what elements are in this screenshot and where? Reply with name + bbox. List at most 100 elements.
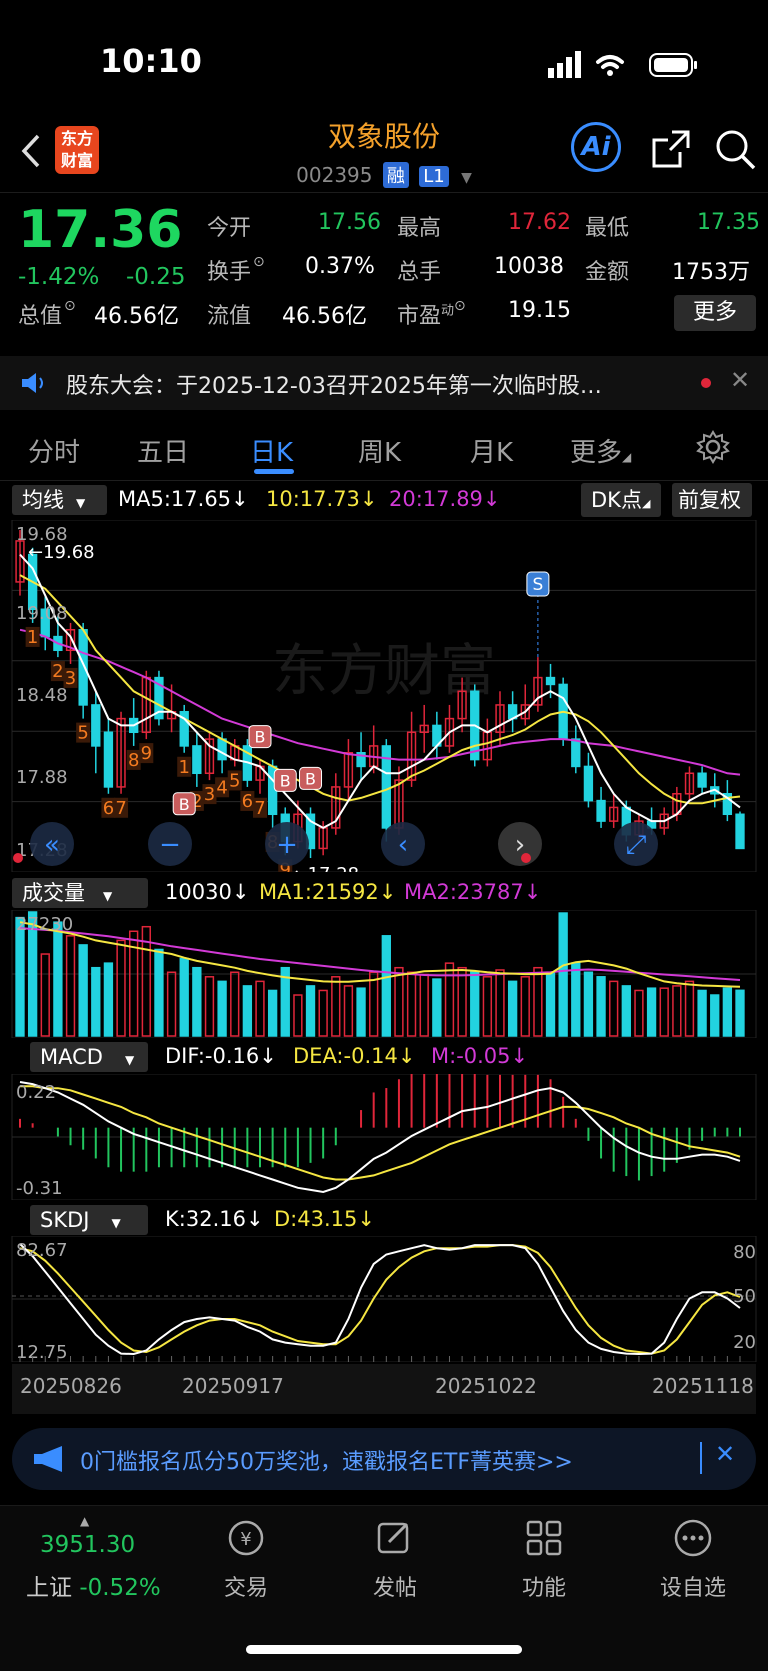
nav-post[interactable]: 发帖 bbox=[335, 1518, 455, 1602]
index-row[interactable]: 上证 -0.52% bbox=[26, 1568, 161, 1602]
candle-body bbox=[571, 738, 581, 768]
stat-label-total-value: 总值 ⊙ bbox=[18, 298, 76, 329]
volume-bar bbox=[457, 966, 467, 1037]
tab-weekly-k[interactable]: 周K bbox=[358, 432, 401, 469]
macd-indicator-select[interactable]: MACD ▼ bbox=[30, 1042, 148, 1072]
dropdown-corner-icon: ◢ bbox=[622, 450, 632, 464]
tab-daily-k[interactable]: 日K bbox=[250, 432, 293, 469]
volume-chart[interactable]: 27230 bbox=[0, 910, 768, 1038]
seq-count-label: 7 bbox=[115, 798, 126, 819]
seq-count-label: 1 bbox=[178, 757, 189, 778]
adjust-price-button[interactable]: 前复权 bbox=[672, 483, 752, 517]
range-start-dot bbox=[13, 853, 23, 863]
scroll-left-icon-glyph: ‹ bbox=[398, 830, 408, 860]
nav-watchlist[interactable]: 设自选 bbox=[633, 1518, 753, 1602]
volume-bar bbox=[103, 962, 114, 1037]
more-button[interactable]: 更多 bbox=[674, 295, 756, 331]
volume-bar bbox=[65, 935, 76, 1037]
volume-indicator-select[interactable]: 成交量 ▼ bbox=[12, 878, 148, 908]
volume-bar bbox=[154, 948, 164, 1037]
first-page-icon-glyph: « bbox=[44, 830, 60, 860]
speaker-icon bbox=[22, 373, 43, 393]
ma-indicator-select[interactable]: 均线 ▼ bbox=[12, 485, 107, 515]
candle-body bbox=[78, 629, 88, 706]
ai-button[interactable]: Ai bbox=[571, 122, 621, 172]
x-date-label: 20251118 bbox=[652, 1374, 754, 1398]
dropdown-arrow-icon: ▼ bbox=[461, 170, 472, 186]
volume-bar bbox=[710, 994, 720, 1037]
high-price-marker: ←19.68 bbox=[28, 542, 95, 563]
candle-body bbox=[735, 813, 745, 850]
skdj-k-value: K:32.16↓ bbox=[165, 1207, 264, 1231]
macd-chart[interactable]: 0.22 -0.31 bbox=[0, 1074, 768, 1200]
tab-more[interactable]: 更多◢ bbox=[570, 432, 631, 469]
info-icon[interactable]: ⊙ bbox=[253, 254, 265, 270]
signal-icon bbox=[548, 51, 581, 78]
info-icon[interactable]: ⊙ bbox=[64, 298, 76, 314]
candle-body bbox=[596, 799, 606, 822]
x-date-label: 20250917 bbox=[182, 1374, 284, 1398]
candle-body bbox=[103, 731, 114, 788]
vol-ma2-value: MA2:23787↓ bbox=[404, 880, 542, 904]
search-icon[interactable] bbox=[714, 128, 758, 172]
nav-trade[interactable]: ¥ 交易 bbox=[186, 1518, 306, 1602]
volume-bar bbox=[545, 971, 556, 1037]
notice-bar[interactable]: 股东大会：于2025-12-03召开2025年第一次临时股… ✕ bbox=[0, 356, 768, 410]
y-axis-label: 18.48 bbox=[16, 685, 68, 706]
seq-count-label: 5 bbox=[77, 723, 88, 744]
info-icon[interactable]: ⊙ bbox=[454, 298, 466, 314]
banner-text: 0门槛报名瓜分50万奖池，速戳报名ETF菁英赛>> bbox=[80, 1450, 573, 1475]
stat-value-amount: 1753万 bbox=[672, 260, 750, 285]
skdj-chart[interactable]: 82.67 12.75 80 50 20 bbox=[0, 1236, 768, 1362]
tab-monthly-k[interactable]: 月K bbox=[470, 432, 513, 469]
stat-label-float-value: 流值 bbox=[207, 304, 252, 329]
seq-count-label: 3 bbox=[204, 784, 215, 805]
low-price-marker: ←17.28 bbox=[293, 864, 360, 872]
nav-features[interactable]: 功能 bbox=[484, 1518, 604, 1602]
seq-count-label: 1 bbox=[27, 627, 38, 648]
stat-value-low: 17.35 bbox=[697, 210, 760, 235]
volume-bar bbox=[672, 985, 682, 1037]
skdj-indicator-select[interactable]: SKDJ ▼ bbox=[30, 1205, 148, 1235]
close-icon[interactable]: ✕ bbox=[730, 366, 750, 394]
status-icons bbox=[548, 51, 697, 78]
level-badge: L1 bbox=[419, 166, 449, 187]
y-axis-label: 19.08 bbox=[16, 603, 68, 624]
macd-dea-line bbox=[20, 1085, 741, 1181]
dk-point-button[interactable]: DK点◢ bbox=[581, 483, 661, 517]
kline-chart[interactable]: 东方财富19.6819.0818.4817.8817.28←19.68←17.2… bbox=[0, 520, 768, 872]
buy-signal-label: B bbox=[179, 795, 190, 814]
index-value[interactable]: 3951.30 bbox=[40, 1532, 135, 1558]
volume-axis-label: 27230 bbox=[16, 914, 73, 935]
seq-count-label: 6 bbox=[242, 791, 253, 812]
promo-banner[interactable]: 0门槛报名瓜分50万奖池，速戳报名ETF菁英赛>> ✕ bbox=[12, 1428, 756, 1490]
seq-count-label: 6 bbox=[103, 798, 114, 819]
tab-five-day[interactable]: 五日 bbox=[137, 432, 189, 469]
banner-close-icon[interactable]: ✕ bbox=[715, 1440, 735, 1468]
volume-bar bbox=[179, 957, 189, 1037]
skdj-axis-top-label: 82.67 bbox=[16, 1240, 68, 1261]
index-up-caret-icon: ▲ bbox=[80, 1514, 90, 1528]
volume-bar bbox=[533, 966, 543, 1037]
tab-intraday[interactable]: 分时 bbox=[28, 432, 80, 469]
volume-bar bbox=[343, 985, 354, 1037]
edit-icon bbox=[377, 1522, 409, 1554]
candle-body bbox=[91, 704, 101, 747]
volume-bar bbox=[558, 912, 568, 1037]
stock-code: 002395 bbox=[296, 163, 373, 187]
megaphone-icon bbox=[34, 1446, 62, 1472]
volume-bar bbox=[583, 971, 594, 1037]
share-icon[interactable] bbox=[650, 128, 692, 170]
volume-bar bbox=[293, 994, 303, 1037]
current-price: 17.36 bbox=[18, 200, 183, 260]
volume-bar bbox=[470, 971, 480, 1037]
status-time: 10:10 bbox=[100, 42, 202, 80]
battery-icon bbox=[649, 53, 697, 77]
zoom-out-icon-glyph: − bbox=[159, 830, 181, 860]
settings-gear-icon[interactable] bbox=[696, 430, 730, 464]
volume-bar bbox=[634, 989, 644, 1037]
volume-bar bbox=[369, 971, 379, 1037]
banner-divider bbox=[700, 1442, 702, 1474]
skdj-right-label: 20 bbox=[733, 1332, 756, 1353]
y-axis-label: 17.88 bbox=[16, 767, 68, 788]
